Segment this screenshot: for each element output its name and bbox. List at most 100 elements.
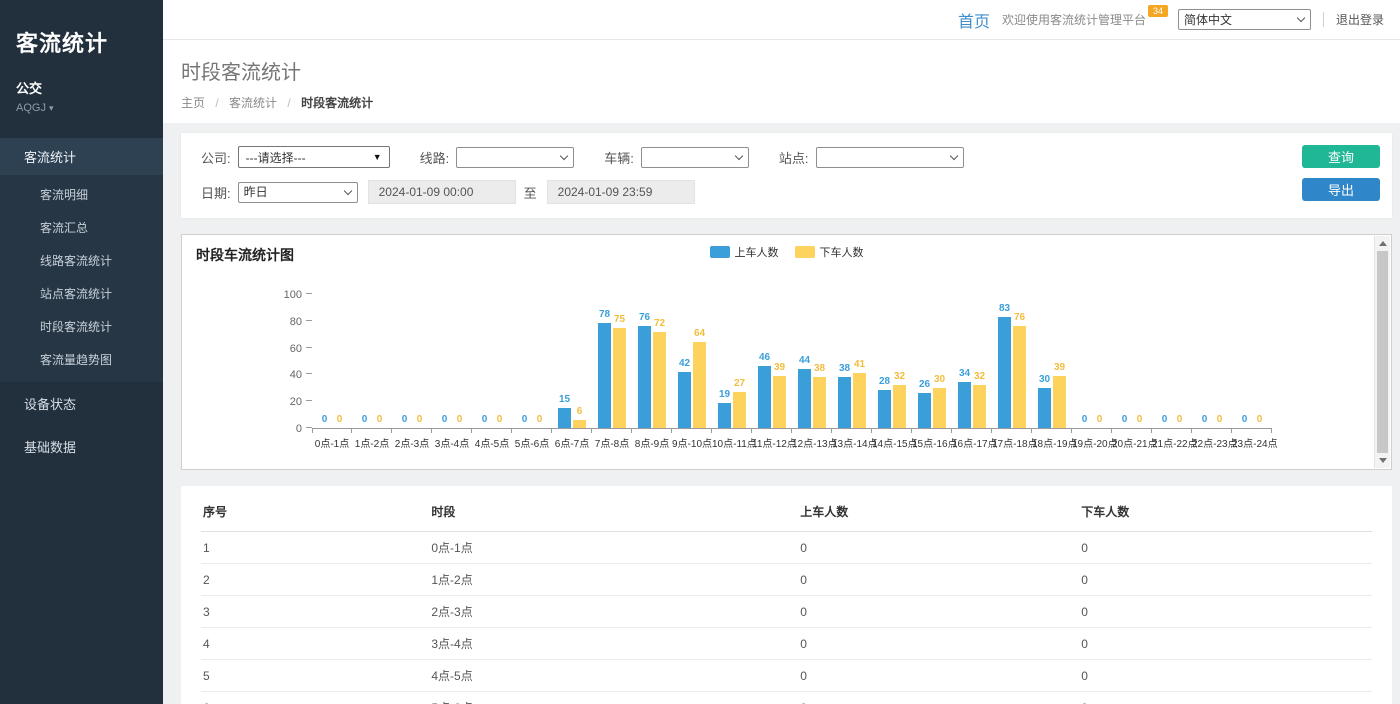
x-tick <box>1072 429 1112 433</box>
language-select[interactable]: 简体中文 <box>1178 9 1311 30</box>
table-cell: 0 <box>798 532 1079 564</box>
bar-value-label: 0 <box>442 414 448 425</box>
bar-value-label: 83 <box>999 303 1010 314</box>
chart-bar[interactable]: 27 <box>733 392 746 428</box>
chart-bar-group[interactable]: 4639 <box>752 294 792 428</box>
notification-badge[interactable]: 34 <box>1148 5 1168 17</box>
chart-bar-group[interactable]: 00 <box>392 294 432 428</box>
chart-bar-group[interactable]: 8376 <box>992 294 1032 428</box>
table-cell: 0 <box>1079 532 1372 564</box>
chart-bar[interactable]: 42 <box>678 372 691 428</box>
line-select[interactable] <box>456 147 574 168</box>
chart-bar[interactable]: 44 <box>798 369 811 428</box>
chart-bar[interactable]: 32 <box>893 385 906 428</box>
chart-bar[interactable]: 75 <box>613 328 626 429</box>
date-preset-select[interactable]: 昨日 <box>238 182 358 203</box>
sidebar-item-base-data[interactable]: 基础数据 <box>0 425 163 468</box>
chart-bar[interactable]: 83 <box>998 317 1011 428</box>
chart-bar[interactable]: 38 <box>838 377 851 428</box>
chart-bar[interactable]: 34 <box>958 382 971 428</box>
chart-bar[interactable]: 15 <box>558 408 571 428</box>
legend-item-alighting[interactable]: 下车人数 <box>795 244 864 260</box>
chart-bar-group[interactable]: 2630 <box>912 294 952 428</box>
chart-bar[interactable]: 19 <box>718 403 731 428</box>
chart-bar-group[interactable]: 00 <box>432 294 472 428</box>
chart-bar-group[interactable]: 4438 <box>792 294 832 428</box>
sidebar-item-device-status[interactable]: 设备状态 <box>0 382 163 425</box>
chart-bar[interactable]: 38 <box>813 377 826 428</box>
welcome-text: 欢迎使用客流统计管理平台 <box>1002 11 1146 28</box>
chart-bar[interactable]: 76 <box>1013 326 1026 428</box>
sidebar-subitem[interactable]: 站点客流统计 <box>0 277 163 310</box>
chart-bar[interactable]: 30 <box>933 388 946 428</box>
y-axis-tick-label: 0 <box>268 423 302 435</box>
chart-bar-group[interactable]: 2832 <box>872 294 912 428</box>
chart-bar[interactable]: 26 <box>918 393 931 428</box>
chart-bar[interactable]: 39 <box>773 376 786 428</box>
chart-bar[interactable]: 78 <box>598 323 611 428</box>
breadcrumb-section[interactable]: 客流统计 <box>229 96 277 110</box>
chart-bar[interactable]: 41 <box>853 373 866 428</box>
chart-bar-group[interactable]: 4264 <box>672 294 712 428</box>
chart-bar-group[interactable]: 156 <box>552 294 592 428</box>
chart-bar-group[interactable]: 00 <box>1072 294 1112 428</box>
chart-bar-group[interactable]: 00 <box>472 294 512 428</box>
table-cell: 6 <box>201 692 429 704</box>
chart-bar-group[interactable]: 3039 <box>1032 294 1072 428</box>
chart-bar[interactable]: 46 <box>758 366 771 428</box>
bar-value-label: 75 <box>614 314 625 325</box>
scrollbar-thumb[interactable] <box>1377 251 1388 453</box>
vehicle-select[interactable] <box>641 147 749 168</box>
sidebar-subitem[interactable]: 客流量趋势图 <box>0 343 163 376</box>
legend-item-boarding[interactable]: 上车人数 <box>710 244 779 260</box>
chart-bar[interactable]: 64 <box>693 342 706 428</box>
table-cell: 4 <box>201 628 429 660</box>
bar-value-label: 0 <box>522 414 528 425</box>
bar-chart-plot: 0204060801000000000000001567875767242641… <box>312 295 1272 429</box>
company-select[interactable]: ---请选择--- ▼ <box>238 146 390 168</box>
scroll-up-arrow-icon[interactable] <box>1379 241 1387 246</box>
home-link[interactable]: 首页 <box>958 8 990 32</box>
chart-bar-group[interactable]: 7672 <box>632 294 672 428</box>
chart-bar-group[interactable]: 3841 <box>832 294 872 428</box>
chart-bar[interactable]: 39 <box>1053 376 1066 428</box>
date-to-input[interactable] <box>547 180 695 204</box>
chart-bar[interactable]: 76 <box>638 326 651 428</box>
chart-bar-group[interactable]: 00 <box>1232 294 1272 428</box>
breadcrumb-home[interactable]: 主页 <box>181 96 205 110</box>
sidebar-section-passenger-stats[interactable]: 客流统计 <box>0 138 163 175</box>
bar-value-label: 0 <box>1137 414 1143 425</box>
chart-bar[interactable]: 72 <box>653 332 666 428</box>
date-to-label: 至 <box>524 183 537 202</box>
chart-bar[interactable]: 28 <box>878 390 891 428</box>
chart-bar-group[interactable]: 1927 <box>712 294 752 428</box>
chart-bar[interactable]: 32 <box>973 385 986 428</box>
sidebar-subitem[interactable]: 客流汇总 <box>0 211 163 244</box>
sidebar-subitem[interactable]: 客流明细 <box>0 178 163 211</box>
bar-value-label: 0 <box>497 414 503 425</box>
chart-bar[interactable]: 6 <box>573 420 586 428</box>
chart-bar-group[interactable]: 7875 <box>592 294 632 428</box>
logout-link[interactable]: 退出登录 <box>1336 11 1384 28</box>
x-tick <box>872 429 912 433</box>
x-axis-category-label: 15点-16点 <box>912 435 952 450</box>
query-button[interactable]: 查询 <box>1302 145 1380 168</box>
chart-bar-group[interactable]: 00 <box>1192 294 1232 428</box>
scroll-down-arrow-icon[interactable] <box>1379 458 1387 463</box>
chart-bar-group[interactable]: 00 <box>1112 294 1152 428</box>
chart-bar-group[interactable]: 00 <box>512 294 552 428</box>
org-code-dropdown[interactable]: AQGJ ▾ <box>16 102 147 114</box>
chart-bar-group[interactable]: 00 <box>1152 294 1192 428</box>
export-button[interactable]: 导出 <box>1302 178 1380 201</box>
chart-panel: 时段车流统计图 上车人数 下车人数 0204060801000000000000… <box>181 234 1392 470</box>
chart-bar-group[interactable]: 00 <box>352 294 392 428</box>
chart-bar[interactable]: 30 <box>1038 388 1051 428</box>
station-select[interactable] <box>816 147 964 168</box>
sidebar-subitem[interactable]: 线路客流统计 <box>0 244 163 277</box>
date-from-input[interactable] <box>368 180 516 204</box>
chart-bar-group[interactable]: 00 <box>312 294 352 428</box>
sidebar-subitem[interactable]: 时段客流统计 <box>0 310 163 343</box>
chart-scrollbar[interactable] <box>1374 236 1390 468</box>
bar-value-label: 32 <box>894 371 905 382</box>
chart-bar-group[interactable]: 3432 <box>952 294 992 428</box>
